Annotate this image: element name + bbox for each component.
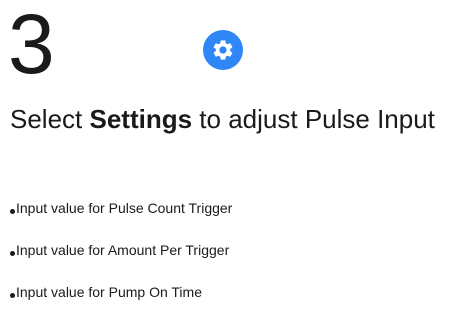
heading-suffix: to adjust Pulse Input [192,104,435,134]
instruction-heading: Select Settings to adjust Pulse Input [10,104,450,134]
bullet-dot-icon [10,293,15,298]
list-item-text: Input value for Amount Per Trigger [16,242,230,258]
list-item: Input value for Pulse Count Trigger [10,198,232,240]
heading-prefix: Select [10,104,90,134]
bullet-dot-icon [10,209,15,214]
bullet-dot-icon [10,251,15,256]
settings-button[interactable] [203,30,243,70]
list-item: Input value for Pump On Time [10,282,232,324]
instruction-list: Input value for Pulse Count Trigger Inpu… [10,198,232,324]
step-number: 3 [8,0,55,91]
gear-icon [213,40,233,60]
list-item: Input value for Amount Per Trigger [10,240,232,282]
list-item-text: Input value for Pulse Count Trigger [16,200,233,216]
heading-emphasis: Settings [89,104,193,134]
list-item-text: Input value for Pump On Time [16,284,202,300]
